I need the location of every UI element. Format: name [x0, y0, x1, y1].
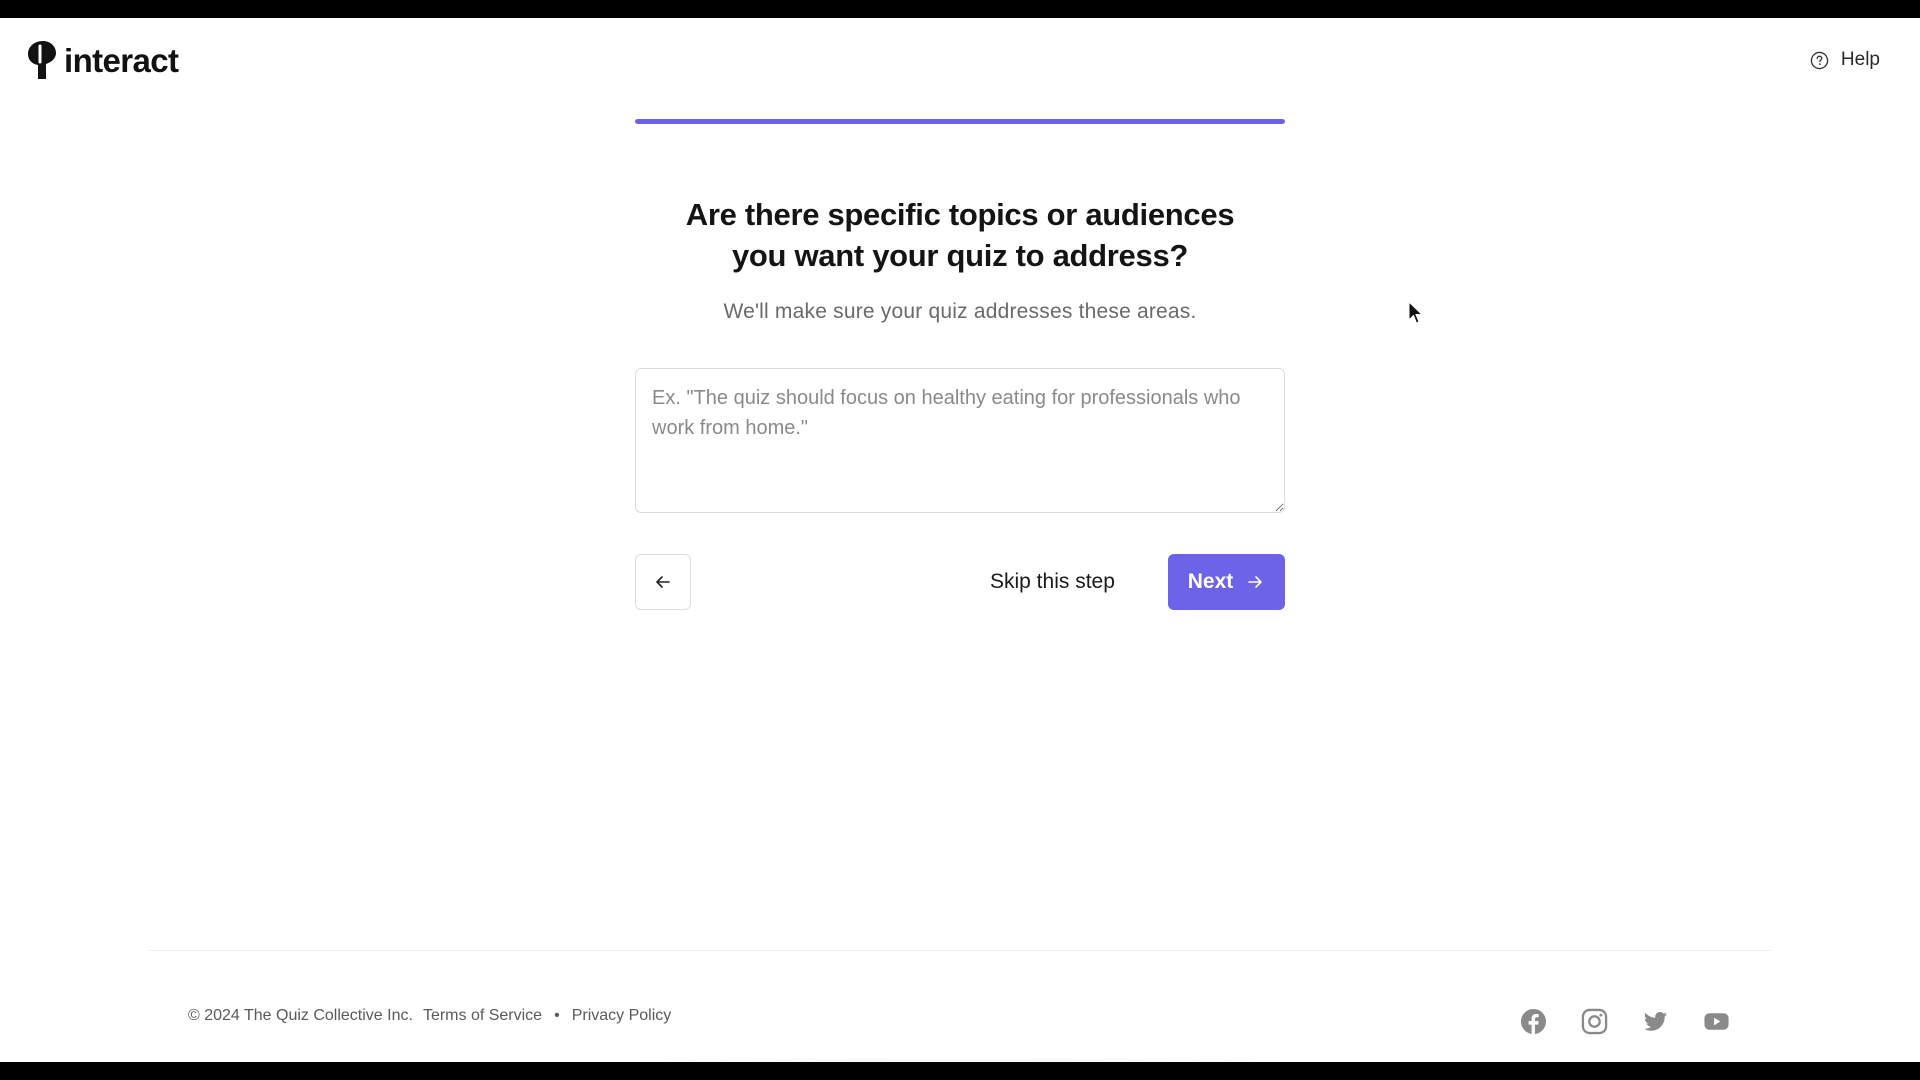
topics-textarea[interactable]: [635, 368, 1285, 513]
help-link[interactable]: Help: [1810, 46, 1880, 74]
question-title-line1: Are there specific topics or audiences: [685, 197, 1235, 232]
mouse-cursor-icon: [1408, 301, 1424, 324]
facebook-icon[interactable]: [1520, 1008, 1547, 1035]
arrow-right-icon: [1248, 576, 1263, 588]
footer-separator: •: [554, 1007, 560, 1024]
bottom-shadow: [640, 1058, 1280, 1062]
progress-fill: [635, 119, 1285, 124]
question-title-line2: you want your quiz to address?: [731, 238, 1189, 273]
question-circle-icon: [1810, 51, 1829, 69]
copyright-text: © 2024 The Quiz Collective Inc.: [188, 1007, 413, 1024]
back-button[interactable]: [635, 554, 691, 610]
next-button[interactable]: Next: [1168, 554, 1285, 610]
quiz-builder-page: interact Help Are there specific topics …: [0, 18, 1920, 1062]
interact-logo-icon: [28, 41, 56, 79]
footer-links: © 2024 The Quiz Collective Inc. Terms of…: [188, 1007, 671, 1025]
twitter-icon[interactable]: [1642, 1008, 1669, 1035]
social-links: [1520, 1008, 1730, 1035]
next-button-label: Next: [1187, 570, 1234, 593]
brand-logo[interactable]: interact: [26, 40, 179, 80]
question-subtitle: We'll make sure your quiz addresses thes…: [723, 300, 1197, 323]
privacy-policy-link[interactable]: Privacy Policy: [572, 1007, 672, 1025]
help-label: Help: [1840, 49, 1880, 70]
arrow-left-icon: [656, 576, 670, 588]
footer-divider: [148, 950, 1772, 951]
brand-name: interact: [64, 41, 179, 79]
terms-of-service-link[interactable]: Terms of Service: [423, 1007, 542, 1025]
instagram-icon[interactable]: [1581, 1008, 1608, 1035]
skip-step-button[interactable]: Skip this step: [990, 566, 1115, 598]
question-title: Are there specific topics or audiences y…: [560, 194, 1360, 276]
youtube-icon[interactable]: [1703, 1008, 1730, 1035]
progress-bar: [635, 119, 1285, 124]
